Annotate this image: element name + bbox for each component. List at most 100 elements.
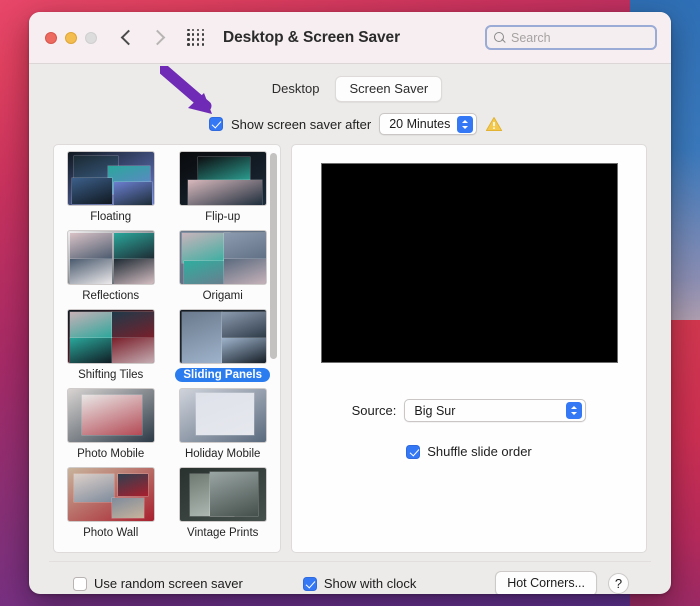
thumbnail-tile xyxy=(69,259,112,284)
screen-saver-thumbnail[interactable] xyxy=(178,151,267,206)
list-scrollbar[interactable] xyxy=(270,153,277,359)
screen-saver-grid: Floating Flip-up Reflections Origami Shiftin… xyxy=(66,151,270,544)
shuffle-slide-order-label: Shuffle slide order xyxy=(427,444,532,459)
chevron-updown-icon xyxy=(457,115,474,133)
thumbnail-tile xyxy=(111,312,154,338)
thumbnail-tile xyxy=(71,178,112,204)
screen-saver-item[interactable]: Shifting Tiles xyxy=(66,309,155,386)
screen-saver-item-label: Shifting Tiles xyxy=(78,369,144,381)
screen-saver-item-label: Photo Mobile xyxy=(77,448,145,460)
page-title: Desktop & Screen Saver xyxy=(223,28,400,46)
screen-saver-thumbnail[interactable] xyxy=(178,388,267,443)
thumbnail-tile xyxy=(221,338,266,363)
screen-saver-item-label: Reflections xyxy=(82,290,140,302)
screen-saver-panes: Floating Flip-up Reflections Origami Shiftin… xyxy=(39,144,661,553)
screen-saver-item-label: Origami xyxy=(202,290,243,302)
screen-saver-thumbnail[interactable] xyxy=(178,230,267,285)
show-with-clock-label: Show with clock xyxy=(323,576,417,591)
screen-saver-item[interactable]: Flip-up xyxy=(175,151,270,228)
tab-bar: Desktop Screen Saver xyxy=(39,64,661,113)
thumbnail-tile xyxy=(113,182,152,205)
hot-corners-button[interactable]: Hot Corners... xyxy=(495,571,597,594)
show-with-clock-checkbox[interactable] xyxy=(302,576,317,591)
thumbnail-tile xyxy=(183,261,228,284)
show-with-clock-row: Show with clock xyxy=(302,576,417,591)
preference-footer: Use random screen saver Show with clock … xyxy=(49,561,651,594)
screen-saver-item[interactable]: Holiday Mobile xyxy=(175,388,270,465)
screen-saver-thumbnail[interactable] xyxy=(178,467,267,522)
thumbnail-tile xyxy=(117,474,148,496)
screen-saver-thumbnail[interactable] xyxy=(66,230,155,285)
screen-saver-item-label: Floating xyxy=(90,211,132,223)
screen-saver-list[interactable]: Floating Flip-up Reflections Origami Shiftin… xyxy=(53,144,281,553)
thumbnail-tile xyxy=(223,259,266,284)
shuffle-row: Shuffle slide order xyxy=(406,444,532,459)
screen-saver-item[interactable]: Floating xyxy=(66,151,155,228)
window-titlebar: Desktop & Screen Saver xyxy=(29,12,671,64)
screen-saver-item[interactable]: Photo Wall xyxy=(66,467,155,544)
search-input[interactable] xyxy=(511,30,648,45)
thumbnail-tile xyxy=(209,472,258,516)
screen-saver-item[interactable]: Vintage Prints xyxy=(175,467,270,544)
screen-saver-thumbnail[interactable] xyxy=(66,151,155,206)
help-button[interactable]: ? xyxy=(608,573,629,594)
chevron-updown-icon xyxy=(566,402,583,419)
screen-saver-item[interactable]: Origami xyxy=(175,230,270,307)
use-random-screen-saver-checkbox[interactable] xyxy=(73,576,87,591)
thumbnail-tile xyxy=(181,233,230,263)
screen-saver-thumbnail[interactable] xyxy=(66,309,155,364)
tab-screen-saver[interactable]: Screen Saver xyxy=(335,76,443,102)
thumbnail-tile xyxy=(187,180,262,205)
screen-saver-thumbnail[interactable] xyxy=(178,309,267,364)
thumbnail-tile xyxy=(111,498,144,518)
thumbnail-tile xyxy=(69,233,112,259)
system-preferences-window: Desktop & Screen Saver Desktop Screen Sa… xyxy=(29,12,671,594)
thumbnail-tile xyxy=(181,312,222,363)
screen-saver-item[interactable]: Photo Mobile xyxy=(66,388,155,465)
screen-saver-preview-pane: Source: Big Sur Shuffle slide order xyxy=(291,144,647,553)
preference-pane-content: Desktop Screen Saver Show screen saver a… xyxy=(29,64,671,594)
shuffle-slide-order-checkbox[interactable] xyxy=(406,444,421,459)
navigation-buttons xyxy=(120,29,166,46)
thumbnail-tile xyxy=(81,395,142,435)
close-button[interactable] xyxy=(45,31,57,44)
screen-saver-preview[interactable] xyxy=(320,163,618,363)
thumbnail-tile xyxy=(111,338,154,363)
search-field[interactable] xyxy=(485,25,657,50)
thumbnail-tile xyxy=(73,474,114,502)
traffic-light-buttons xyxy=(45,31,97,44)
screen-saver-thumbnail[interactable] xyxy=(66,467,155,522)
use-random-screen-saver-label: Use random screen saver xyxy=(94,576,243,591)
warning-triangle-icon[interactable] xyxy=(485,116,503,132)
tab-desktop[interactable]: Desktop xyxy=(258,76,334,102)
screen-saver-item-label: Sliding Panels xyxy=(175,368,270,382)
screen-saver-item-label: Photo Wall xyxy=(83,527,139,539)
thumbnail-tile xyxy=(195,393,254,435)
thumbnail-tile xyxy=(69,312,112,338)
show-screen-saver-after-checkbox[interactable] xyxy=(209,117,223,131)
source-value: Big Sur xyxy=(414,403,456,418)
use-random-screen-saver-row: Use random screen saver xyxy=(73,576,243,591)
search-icon xyxy=(494,32,505,43)
thumbnail-tile xyxy=(113,259,154,284)
back-chevron-icon[interactable] xyxy=(120,29,137,46)
minimize-button[interactable] xyxy=(65,31,77,44)
source-dropdown[interactable]: Big Sur xyxy=(404,399,587,422)
thumbnail-tile xyxy=(69,338,112,363)
screen-saver-item-label: Vintage Prints xyxy=(187,527,259,539)
screen-saver-interval-value: 20 Minutes xyxy=(389,117,451,131)
show-screen-saver-after-row: Show screen saver after 20 Minutes xyxy=(39,113,661,144)
show-screen-saver-after-label: Show screen saver after xyxy=(231,116,372,132)
screen-saver-item-label: Holiday Mobile xyxy=(184,448,261,460)
show-all-grid-icon[interactable] xyxy=(187,28,205,47)
forward-chevron-icon[interactable] xyxy=(149,29,166,46)
screen-saver-interval-dropdown[interactable]: 20 Minutes xyxy=(379,113,478,135)
zoom-button[interactable] xyxy=(85,31,97,44)
screen-saver-thumbnail[interactable] xyxy=(66,388,155,443)
source-row: Source: Big Sur xyxy=(310,399,628,422)
screen-saver-item-label: Flip-up xyxy=(205,211,241,223)
screen-saver-item[interactable]: Sliding Panels xyxy=(175,309,270,386)
thumbnail-tile xyxy=(113,233,154,259)
source-label: Source: xyxy=(351,403,397,418)
screen-saver-item[interactable]: Reflections xyxy=(66,230,155,307)
